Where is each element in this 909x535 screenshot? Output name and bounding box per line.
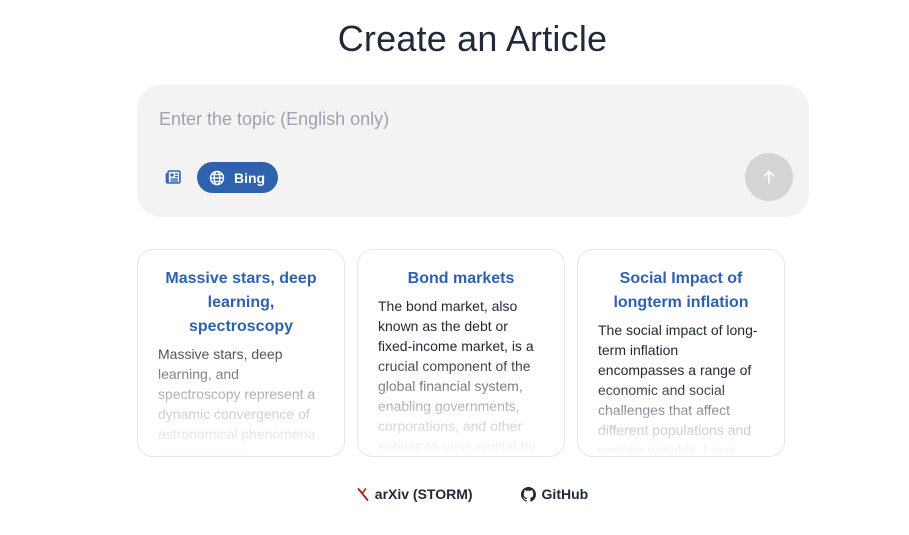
arxiv-label: arXiv (STORM) (374, 486, 473, 502)
news-source-button[interactable] (161, 165, 185, 189)
page-title: Create an Article (337, 18, 608, 59)
github-link[interactable]: GitHub (520, 486, 589, 502)
github-icon (520, 486, 536, 502)
arxiv-link[interactable]: arXiv (STORM) (357, 486, 473, 502)
footer-links: arXiv (STORM) GitHub (0, 486, 909, 502)
example-card-social-impact-inflation[interactable]: Social Impact of longterm inflation The … (577, 249, 785, 457)
newspaper-icon (165, 170, 181, 184)
github-label: GitHub (541, 486, 589, 502)
example-card-bond-markets[interactable]: Bond markets The bond market, also known… (357, 249, 565, 457)
topic-input[interactable] (159, 103, 719, 135)
card-body: The social impact of long-term inflation… (598, 322, 758, 457)
globe-icon (209, 170, 225, 185)
card-title: Social Impact of longterm inflation (613, 270, 749, 311)
card-title: Bond markets (407, 270, 515, 287)
example-card-massive-stars[interactable]: Massive stars, deep learning, spectrosco… (137, 249, 345, 457)
bing-source-button[interactable]: Bing (197, 162, 279, 193)
topic-search-box: Bing (137, 85, 809, 217)
arrow-up-icon (763, 170, 775, 184)
submit-button[interactable] (745, 153, 793, 201)
card-title: Massive stars, deep learning, spectrosco… (165, 270, 317, 335)
arxiv-icon (357, 487, 369, 501)
bing-label: Bing (234, 169, 266, 186)
card-body: The bond market, also known as the debt … (378, 298, 536, 454)
card-body: Massive stars, deep learning, and spectr… (158, 346, 316, 457)
